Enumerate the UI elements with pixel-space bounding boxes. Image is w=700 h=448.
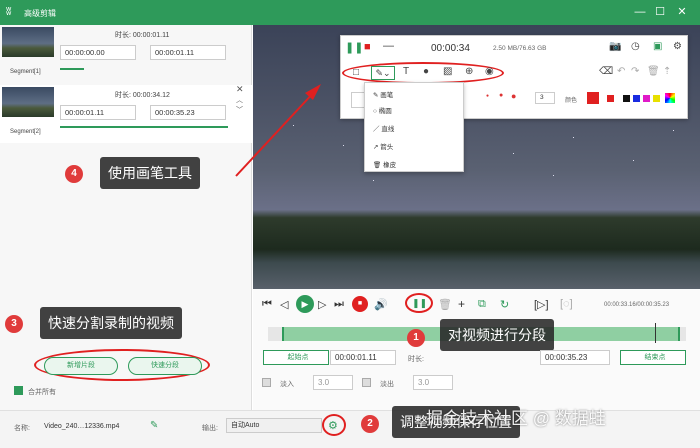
callout-arrow [235, 84, 321, 177]
